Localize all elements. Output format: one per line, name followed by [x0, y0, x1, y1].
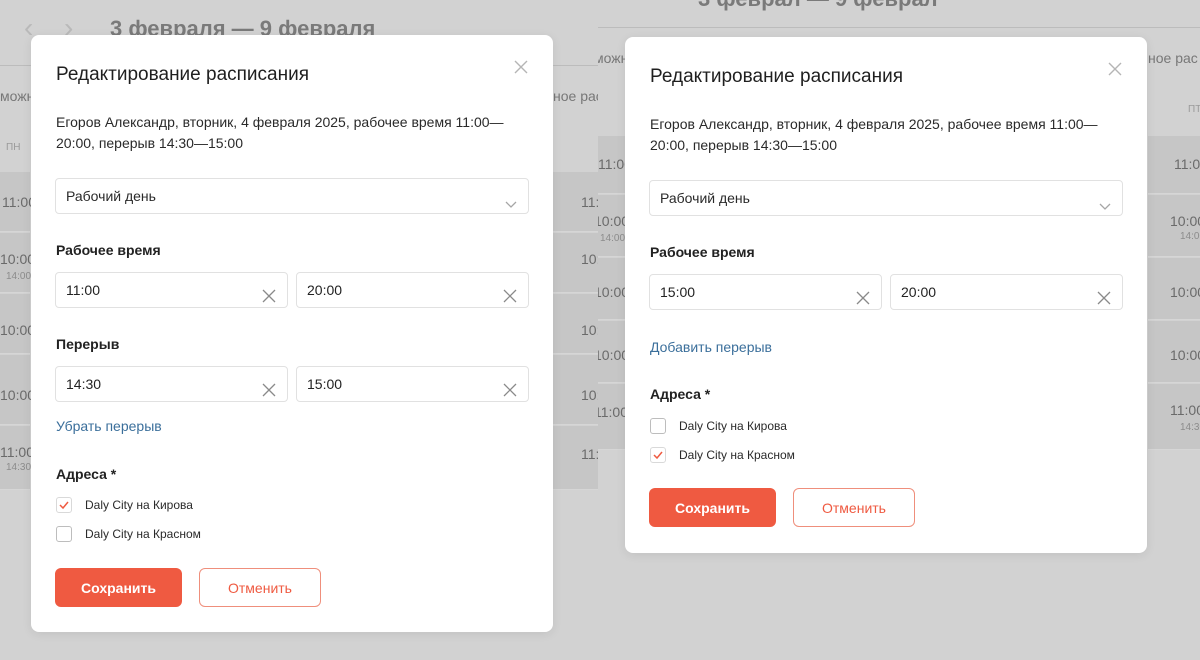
week-title: 3 феврал — 9 феврал	[698, 0, 938, 12]
checkbox[interactable]	[650, 447, 666, 463]
dialog-description: Егоров Александр, вторник, 4 февраля 202…	[650, 116, 1098, 153]
address-label: Daly City на Кирова	[679, 419, 787, 433]
break-to-input[interactable]: 15:00	[296, 366, 529, 402]
day-abbr: ПТ	[1188, 104, 1200, 115]
work-from-input[interactable]: 11:00	[55, 272, 288, 308]
calendar-cell[interactable]: 11:	[553, 172, 598, 232]
day-abbr: ПН	[6, 142, 21, 153]
remove-break-link[interactable]: Убрать перерыв	[56, 418, 162, 434]
checkbox[interactable]	[650, 418, 666, 434]
addresses-label: Адреса *	[56, 466, 117, 482]
day-type-select[interactable]: Рабочий день	[55, 178, 529, 214]
address-checkbox[interactable]: Daly City на Кирова	[650, 417, 787, 435]
checkbox[interactable]	[56, 526, 72, 542]
calendar-cell[interactable]: 11:00	[1148, 136, 1200, 194]
work-to-value: 20:00	[901, 284, 937, 300]
clear-icon[interactable]	[502, 376, 518, 397]
work-from-value: 15:00	[660, 284, 696, 300]
calendar-cell[interactable]: 10:	[553, 233, 598, 293]
calendar-cell[interactable]: 10:00	[0, 355, 35, 425]
work-to-value: 20:00	[307, 282, 343, 298]
address-checkbox[interactable]: Daly City на Красном	[56, 525, 201, 543]
clear-icon[interactable]	[1096, 284, 1112, 305]
add-break-link[interactable]: Добавить перерыв	[650, 339, 772, 355]
calendar-cell[interactable]: 11:00 14:30	[0, 426, 34, 490]
calendar-cell[interactable]: 11:00	[598, 136, 632, 194]
clear-icon[interactable]	[855, 284, 871, 305]
close-icon[interactable]	[1105, 59, 1125, 79]
column-header: ное рас	[553, 88, 598, 104]
work-time-label: Рабочее время	[56, 242, 161, 258]
dialog-title: Редактирование расписания	[650, 66, 904, 87]
calendar-cell[interactable]: 10:00	[1148, 258, 1200, 320]
break-from-input[interactable]: 14:30	[55, 366, 288, 402]
work-time-label: Рабочее время	[650, 244, 755, 260]
address-label: Daly City на Красном	[679, 448, 795, 462]
save-button[interactable]: Сохранить	[55, 568, 182, 607]
calendar-header: 3 феврал — 9 феврал	[598, 0, 1200, 28]
break-from-value: 14:30	[66, 376, 102, 392]
day-type-select[interactable]: Рабочий день	[649, 180, 1123, 216]
calendar-cell[interactable]: 11:00	[598, 384, 628, 450]
work-from-input[interactable]: 15:00	[649, 274, 882, 310]
column-header: ное рас	[1148, 50, 1198, 66]
addresses-label: Адреса *	[650, 386, 711, 402]
address-label: Daly City на Красном	[85, 527, 201, 541]
work-to-input[interactable]: 20:00	[890, 274, 1123, 310]
calendar-cell[interactable]: 10:00 14:00	[0, 233, 35, 293]
work-from-value: 11:00	[66, 282, 100, 298]
day-type-value: Рабочий день	[660, 190, 750, 206]
calendar-cell[interactable]: 10:	[553, 355, 598, 425]
clear-icon[interactable]	[261, 376, 277, 397]
calendar-cell[interactable]: 10:00	[598, 258, 629, 320]
check-icon	[653, 451, 663, 460]
calendar-cell[interactable]: 10:00	[0, 294, 35, 354]
clear-icon[interactable]	[261, 282, 277, 303]
cancel-button[interactable]: Отменить	[199, 568, 321, 607]
calendar-cell[interactable]: 10:00 14:00	[1148, 195, 1200, 257]
calendar-cell[interactable]: 11:00 14:30	[1148, 384, 1200, 450]
address-checkbox[interactable]: Daly City на Красном	[650, 446, 795, 464]
chevron-down-icon	[504, 189, 518, 223]
chevron-down-icon	[1098, 191, 1112, 225]
address-checkbox[interactable]: Daly City на Кирова	[56, 496, 193, 514]
break-to-value: 15:00	[307, 376, 343, 392]
clear-icon[interactable]	[502, 282, 518, 303]
address-label: Daly City на Кирова	[85, 498, 193, 512]
break-label: Перерыв	[56, 336, 120, 352]
check-icon	[59, 501, 69, 510]
calendar-cell[interactable]: 11:	[553, 426, 598, 490]
day-type-value: Рабочий день	[66, 188, 156, 204]
save-button[interactable]: Сохранить	[649, 488, 776, 527]
checkbox[interactable]	[56, 497, 72, 513]
work-to-input[interactable]: 20:00	[296, 272, 529, 308]
close-icon[interactable]	[511, 57, 531, 77]
calendar-cell[interactable]: 10:00 14:00	[598, 195, 629, 257]
cancel-button[interactable]: Отменить	[793, 488, 915, 527]
dialog-description: Егоров Александр, вторник, 4 февраля 202…	[56, 114, 504, 151]
calendar-cell[interactable]: 10:00	[598, 321, 629, 383]
calendar-cell[interactable]: 10:00	[1148, 321, 1200, 383]
dialog-title: Редактирование расписания	[56, 64, 310, 85]
edit-schedule-dialog: Редактирование расписания Егоров Алексан…	[625, 37, 1147, 553]
edit-schedule-dialog: Редактирование расписания Егоров Алексан…	[31, 35, 553, 632]
calendar-cell[interactable]: 10:	[553, 294, 598, 354]
calendar-cell[interactable]: 11:00	[0, 172, 36, 232]
